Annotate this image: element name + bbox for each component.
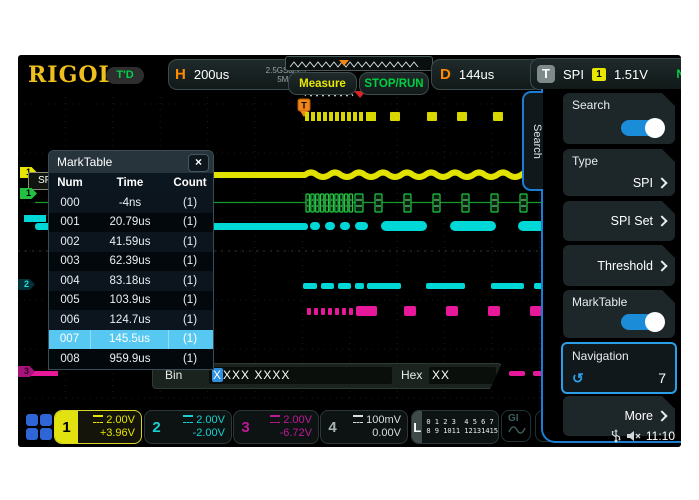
logic-label: L <box>412 411 422 443</box>
t-label: T <box>537 65 555 83</box>
channel-number: 1 <box>55 411 78 443</box>
table-row[interactable]: 008959.9us(1) <box>49 349 213 369</box>
bin-cursor: X <box>212 368 223 382</box>
logic-row-2: 8 9 1011 12131415 <box>426 427 498 436</box>
channel-1-button[interactable]: 1 2.00V +3.96V <box>54 410 142 444</box>
dc-coupling-icon <box>353 415 363 423</box>
generator-1-button[interactable]: GI <box>501 410 531 442</box>
hex-value: XX <box>432 368 450 382</box>
channel-scale: 2.00V <box>183 414 225 427</box>
logic-row-1: 0 1 2 3 4 5 6 7 <box>426 418 498 427</box>
delay-value: 144us <box>459 67 494 82</box>
search-menu-panel: Search Search Type SPI SPI Set Threshold… <box>541 89 681 443</box>
table-row[interactable]: 005103.9us(1) <box>49 291 213 311</box>
menu-item-marktable[interactable]: MarkTable <box>563 290 675 338</box>
trigger-source-badge: 1 <box>592 68 606 81</box>
clock: 11:10 <box>646 429 675 443</box>
tab-search[interactable]: Search <box>522 91 543 191</box>
stop-run-button[interactable]: STOP/RUN <box>359 72 429 95</box>
bin-value-field[interactable]: XXXX XXXX <box>209 367 392 384</box>
logic-channels-button[interactable]: L 0 1 2 3 4 5 6 78 9 1011 12131415 <box>411 410 499 444</box>
channel-scale: 2.00V <box>270 414 312 427</box>
channel-number: 2 <box>145 411 168 443</box>
channel-number: 3 <box>234 411 257 443</box>
bin-value: XXX XXXX <box>223 368 290 382</box>
channel-offset: -2.00V <box>193 427 225 440</box>
ch2-position-marker[interactable] <box>24 215 46 222</box>
timebase-value: 200us <box>194 67 229 82</box>
chevron-right-icon <box>656 177 667 188</box>
menu-grid-icon[interactable] <box>26 414 52 440</box>
marktable-header: NumTimeCount <box>49 173 213 193</box>
table-row[interactable]: 00362.39us(1) <box>49 252 213 272</box>
svg-text:T: T <box>301 101 307 111</box>
chevron-right-icon <box>656 410 667 421</box>
table-row[interactable]: 00483.18us(1) <box>49 271 213 291</box>
rigol-logo: RIGOL <box>28 62 115 88</box>
search-toggle[interactable] <box>621 120 663 136</box>
navigation-knob-icon[interactable]: ↺ <box>572 370 584 387</box>
menu-item-search[interactable]: Search <box>563 93 675 144</box>
menu-item-threshold[interactable]: Threshold <box>563 245 675 286</box>
marktable-toggle[interactable] <box>621 314 663 330</box>
trigger-type: SPI <box>563 67 584 82</box>
table-row[interactable]: 006124.7us(1) <box>49 310 213 330</box>
trigger-button[interactable]: T SPI 1 1.51V N <box>530 58 681 90</box>
trigger-level: 1.51V <box>614 67 648 82</box>
channel-2-button[interactable]: 2 2.00V -2.00V <box>144 410 232 444</box>
chevron-right-icon <box>656 215 667 226</box>
channel-number: 4 <box>321 411 344 443</box>
table-row[interactable]: 00120.79us(1) <box>49 213 213 233</box>
menu-item-navigation[interactable]: Navigation ↺ 7 <box>561 342 677 394</box>
memory-preview-bar[interactable] <box>285 56 433 71</box>
sine-wave-icon <box>508 425 526 434</box>
trigger-slope: N <box>676 67 681 81</box>
chevron-right-icon <box>656 260 667 271</box>
bin-label: Bin <box>165 368 182 382</box>
hex-label: Hex <box>401 368 422 382</box>
table-row[interactable]: 00241.59us(1) <box>49 232 213 252</box>
usb-icon <box>611 429 621 443</box>
channel-3-button[interactable]: 3 2.00V -6.72V <box>233 410 319 444</box>
channel-offset: +3.96V <box>100 427 135 440</box>
marktable-popup: MarkTable × NumTimeCount 000-4ns(1) 0012… <box>48 150 214 370</box>
channel-scale: 100mV <box>353 414 401 427</box>
hex-value-field[interactable]: XX <box>429 367 496 384</box>
channel-4-button[interactable]: 4 100mV 0.00V <box>320 410 408 444</box>
channel-offset: 0.00V <box>372 427 401 440</box>
menu-item-spi-set[interactable]: SPI Set <box>563 201 675 241</box>
delay-button[interactable]: D 144us <box>431 59 541 90</box>
channel-offset: -6.72V <box>280 427 312 440</box>
measure-button[interactable]: Measure <box>288 72 357 95</box>
h-label: H <box>175 66 186 83</box>
oscilloscope-screen: T 1 SPI 1 2 3 Bin XXXX XXXX Hex XX MarkT… <box>18 55 681 447</box>
table-row[interactable]: 000-4ns(1) <box>49 193 213 213</box>
marktable-title: MarkTable × <box>49 151 213 173</box>
d-label: D <box>440 66 451 83</box>
table-row-selected[interactable]: 007145.5us(1) <box>49 330 213 350</box>
channel-scale: 2.00V <box>93 414 135 427</box>
dc-coupling-icon <box>183 415 193 423</box>
menu-item-type[interactable]: Type SPI <box>563 149 675 196</box>
status-row: 11:10 <box>611 429 675 443</box>
dc-coupling-icon <box>270 415 280 423</box>
close-icon[interactable]: × <box>188 154 209 172</box>
dc-coupling-icon <box>93 415 103 423</box>
trigger-status-badge: T'D <box>106 67 144 84</box>
speaker-mute-icon[interactable] <box>626 430 641 442</box>
